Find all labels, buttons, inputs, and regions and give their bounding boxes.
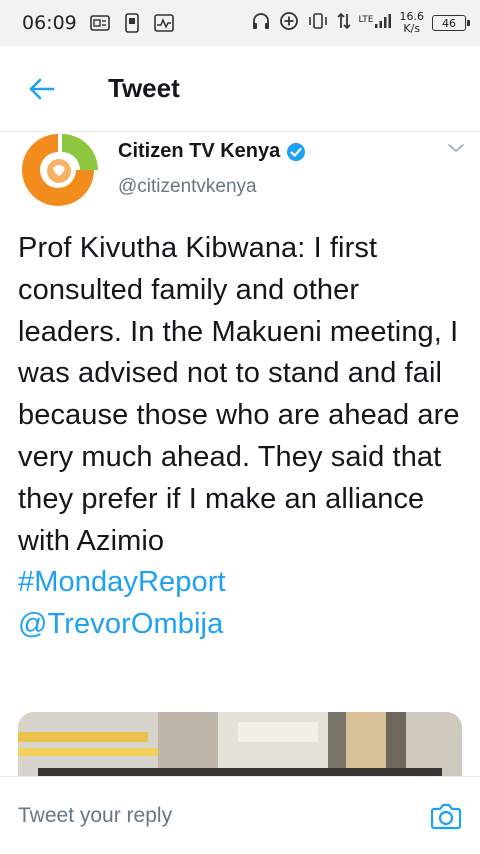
network-type: LTE: [358, 15, 374, 25]
tweet-options-button[interactable]: [444, 136, 468, 160]
author-name-row: Citizen TV Kenya: [118, 140, 306, 163]
phone-storage-icon: [121, 12, 143, 34]
status-bar: 06:09 LTE 16.6 K/s 46: [0, 0, 480, 46]
hashtag-link[interactable]: #MondayReport: [18, 562, 463, 604]
page-title: Tweet: [108, 73, 180, 103]
arrow-left-icon: [29, 78, 55, 99]
camera-button[interactable]: [430, 801, 462, 831]
reply-input[interactable]: [18, 803, 398, 828]
network-speed: 16.6 K/s: [400, 11, 425, 35]
app-header: Tweet: [0, 46, 480, 132]
verified-badge-icon: [287, 142, 306, 161]
network-speed-unit: K/s: [403, 22, 421, 35]
signal-icon: [374, 13, 392, 33]
author-name[interactable]: Citizen TV Kenya: [118, 140, 280, 163]
battery-indicator: 46: [432, 15, 470, 31]
mention-link[interactable]: @TrevorOmbija: [18, 604, 463, 646]
data-transfer-icon: [336, 12, 351, 34]
tweet-author: Citizen TV Kenya @citizentvkenya: [18, 130, 468, 210]
data-saver-icon: [279, 11, 299, 35]
tweet-media-image[interactable]: [18, 712, 462, 776]
chevron-down-icon: [448, 144, 464, 152]
tweet-body: Prof Kivutha Kibwana: I first consulted …: [18, 228, 463, 646]
vibrate-icon: [307, 12, 329, 34]
activity-monitor-icon: [153, 12, 175, 34]
back-button[interactable]: [22, 69, 62, 109]
headphones-icon: [251, 12, 271, 34]
reply-bar: [0, 776, 480, 854]
sim-card-icon: [89, 12, 111, 34]
author-handle[interactable]: @citizentvkenya: [118, 176, 257, 198]
status-time: 06:09: [22, 12, 77, 34]
camera-icon: [430, 803, 462, 830]
tweet-text: Prof Kivutha Kibwana: I first consulted …: [18, 232, 460, 557]
avatar[interactable]: [18, 130, 98, 210]
